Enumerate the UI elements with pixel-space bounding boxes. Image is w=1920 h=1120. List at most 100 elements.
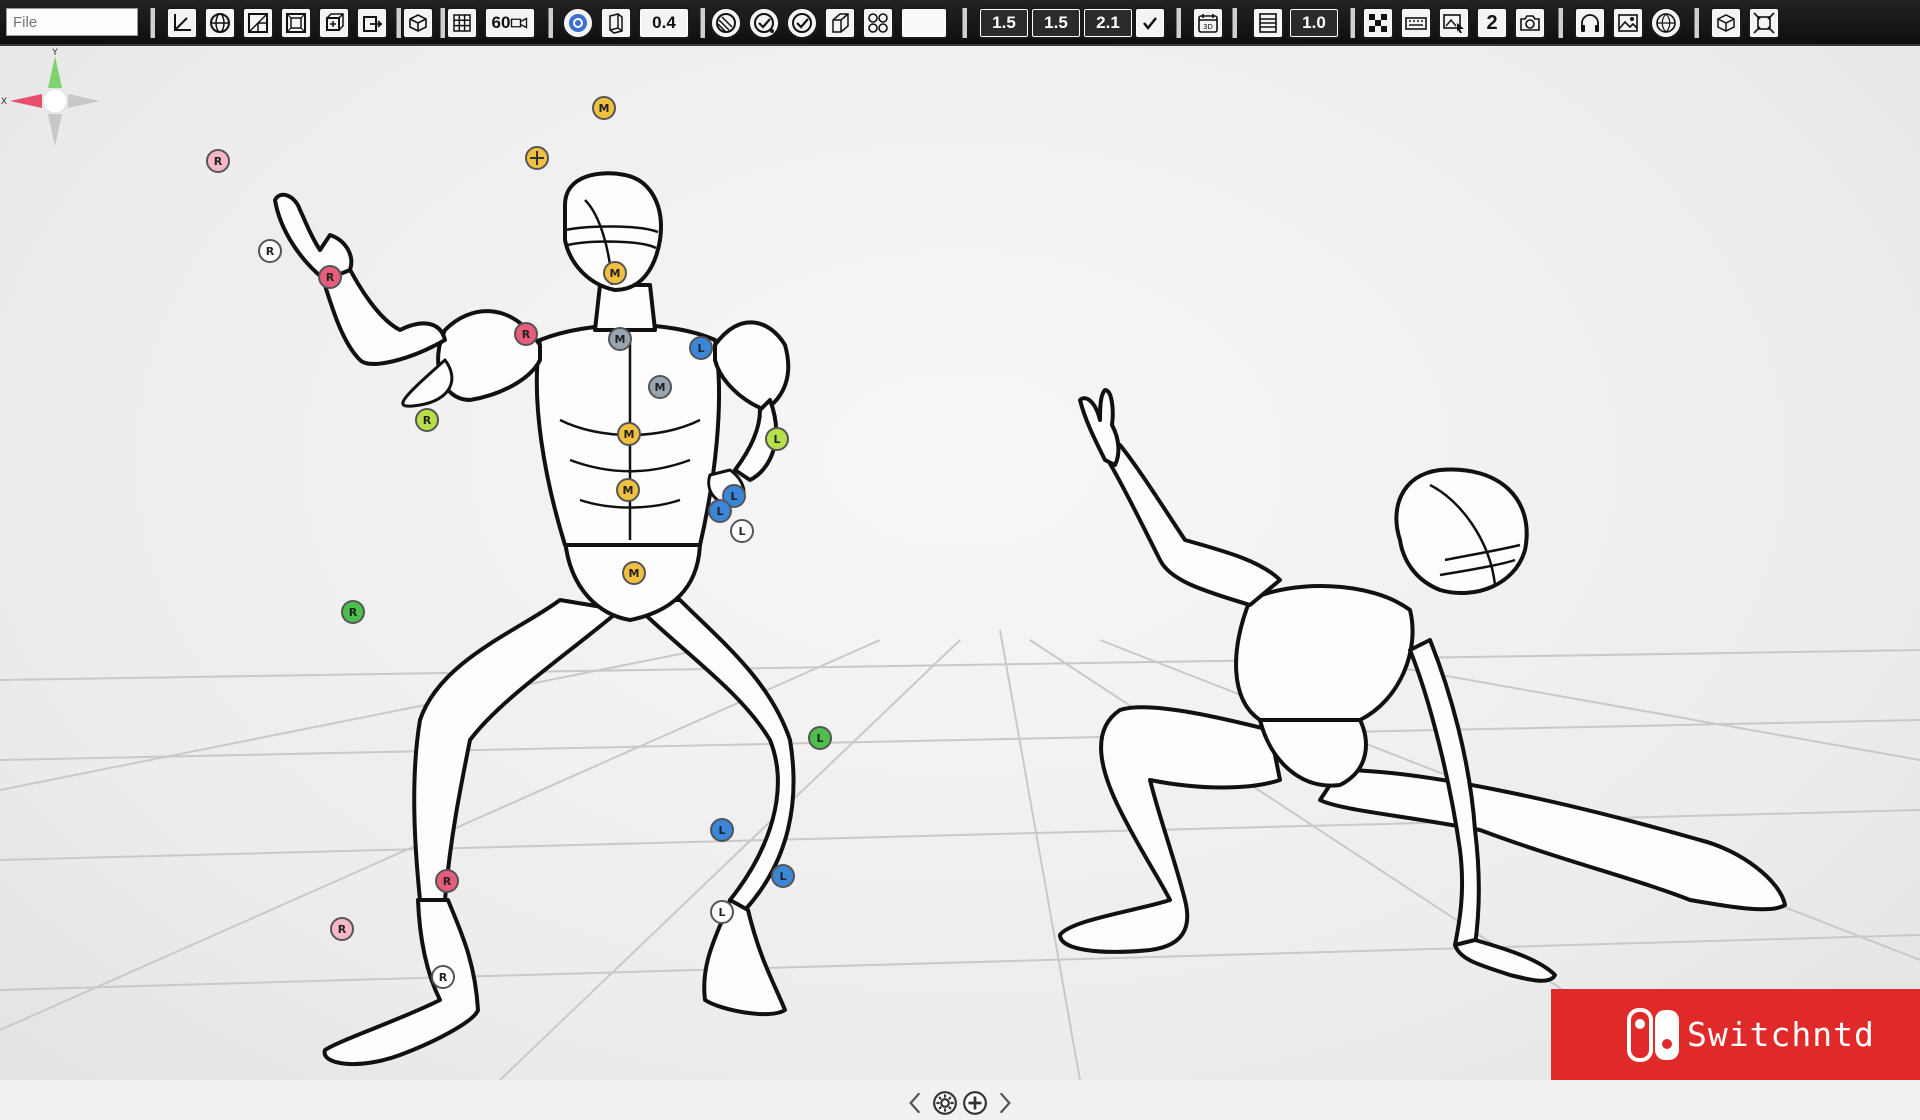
joint-marker-label: L	[738, 525, 745, 538]
joint-marker[interactable]: M	[592, 96, 616, 120]
joint-marker[interactable]: L	[708, 499, 732, 523]
joint-marker[interactable]: R	[341, 600, 365, 624]
joint-marker[interactable]: R	[514, 322, 538, 346]
picture-cursor-button[interactable]	[1438, 7, 1470, 39]
joint-marker-label: R	[326, 271, 335, 284]
color-swatch-button[interactable]	[900, 7, 948, 39]
scale-z-button[interactable]: 2.1	[1082, 7, 1134, 39]
axis-button[interactable]	[166, 7, 198, 39]
joints-button[interactable]	[862, 7, 894, 39]
check-circle-button[interactable]	[786, 7, 818, 39]
checker-icon	[1369, 14, 1387, 32]
previous-button[interactable]	[902, 1089, 928, 1117]
joint-marker-label: L	[697, 342, 704, 355]
fullscreen-icon	[1753, 12, 1775, 34]
box-outline-button[interactable]	[824, 7, 856, 39]
settings-button[interactable]	[932, 1089, 958, 1117]
perspective-button[interactable]	[242, 7, 274, 39]
headphones-button[interactable]	[1574, 7, 1606, 39]
counter-value: 2	[1486, 11, 1498, 34]
joint-marker-label: R	[338, 923, 347, 936]
joint-marker[interactable]: R	[318, 265, 342, 289]
joint-marker[interactable]: R	[431, 965, 455, 989]
camera-speed-button[interactable]: 1.0	[1288, 7, 1340, 39]
image-button[interactable]	[1612, 7, 1644, 39]
opacity-value: 0.4	[652, 13, 676, 32]
joint-marker[interactable]: L	[771, 864, 795, 888]
joint-marker[interactable]: L	[808, 726, 832, 750]
cube-button[interactable]	[402, 7, 434, 39]
joint-marker[interactable]: M	[616, 478, 640, 502]
joint-marker[interactable]: R	[415, 408, 439, 432]
joint-marker[interactable]: M	[608, 327, 632, 351]
gizmo-neg-y-axis[interactable]	[48, 114, 62, 146]
gizmo-y-axis[interactable]	[48, 56, 62, 88]
joint-marker[interactable]: R	[435, 869, 459, 893]
scale-y-button[interactable]: 1.5	[1030, 7, 1082, 39]
target-button[interactable]	[562, 7, 594, 39]
axis-icon	[174, 14, 191, 31]
pose-viewport[interactable]: RMRRMRMLMMLRMLLLMRLLLLRRR Y X Switchntd	[0, 46, 1920, 1115]
page-flip-button[interactable]	[600, 7, 632, 39]
grid-icon	[453, 14, 471, 32]
joint-marker[interactable]: L	[730, 519, 754, 543]
counter-button[interactable]: 2	[1476, 7, 1508, 39]
box-number-button[interactable]	[1710, 7, 1742, 39]
film-icon	[1259, 13, 1277, 33]
calendar-3d-icon: 3D	[1198, 14, 1218, 33]
next-button[interactable]	[992, 1089, 1018, 1117]
box-frame-button[interactable]	[280, 7, 312, 39]
mannequin-crouching[interactable]	[1058, 388, 1787, 983]
confirm-scale-button[interactable]	[1134, 7, 1166, 39]
calendar-3d-button[interactable]: 3D	[1192, 7, 1224, 39]
joint-marker-label: L	[816, 732, 823, 745]
joint-marker[interactable]: M	[603, 261, 627, 285]
film-button[interactable]	[1252, 7, 1284, 39]
opacity-button[interactable]: 0.4	[638, 7, 690, 39]
check-group-button[interactable]	[748, 7, 780, 39]
globe-button[interactable]	[204, 7, 236, 39]
axis-gizmo[interactable]: Y X	[0, 46, 110, 156]
toolbar-separator	[1176, 8, 1181, 38]
fps-camera-button[interactable]: 60	[484, 7, 536, 39]
joint-marker[interactable]: R	[206, 149, 230, 173]
image-icon	[1618, 14, 1638, 32]
scale-x-button[interactable]: 1.5	[978, 7, 1030, 39]
joint-marker[interactable]: L	[710, 818, 734, 842]
scale-z-value: 2.1	[1096, 13, 1120, 32]
joint-marker-label: L	[773, 433, 780, 446]
toolbar-separator	[548, 8, 553, 38]
grid-button[interactable]	[446, 7, 478, 39]
joint-marker-label: L	[779, 870, 786, 883]
chevron-left-icon	[909, 1092, 921, 1114]
lens-button[interactable]	[710, 7, 742, 39]
box-move-button[interactable]	[318, 7, 350, 39]
joint-marker-label: M	[623, 484, 634, 497]
joint-marker[interactable]	[525, 146, 549, 170]
joint-marker[interactable]: L	[765, 427, 789, 451]
joint-marker[interactable]: M	[622, 561, 646, 585]
www-button[interactable]	[1650, 7, 1682, 39]
joint-marker[interactable]: L	[689, 336, 713, 360]
keyboard-button[interactable]	[1400, 7, 1432, 39]
keyboard-icon	[1405, 17, 1427, 30]
box-arrow-button[interactable]	[356, 7, 388, 39]
joint-marker[interactable]: M	[617, 422, 641, 446]
picture-cursor-icon	[1443, 14, 1464, 33]
joint-marker-label: M	[610, 267, 621, 280]
toolbar-separator	[962, 8, 967, 38]
gizmo-x-axis[interactable]	[10, 94, 42, 108]
add-button[interactable]	[962, 1089, 988, 1117]
gizmo-neg-x-axis[interactable]	[68, 94, 100, 108]
toolbar-separator	[150, 8, 155, 38]
joint-marker[interactable]: M	[648, 375, 672, 399]
toolbar-separator	[1694, 8, 1699, 38]
joint-marker[interactable]: R	[258, 239, 282, 263]
file-menu-input[interactable]	[6, 8, 138, 36]
lens-icon	[716, 13, 736, 33]
joint-marker[interactable]: L	[710, 900, 734, 924]
joint-marker[interactable]: R	[330, 917, 354, 941]
checker-button[interactable]	[1362, 7, 1394, 39]
camera-button[interactable]	[1514, 7, 1546, 39]
fullscreen-button[interactable]	[1748, 7, 1780, 39]
